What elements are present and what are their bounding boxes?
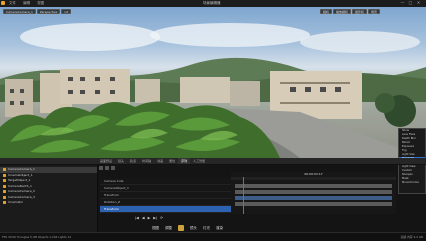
nav-light[interactable]: 灯光 (203, 225, 210, 231)
cinecam-button[interactable]: 摄影机 (352, 9, 368, 14)
perspective-button[interactable]: Perspective (36, 9, 61, 14)
sequencer-tabs: 画面预设 镜头 轨道 时间轴 动画 属性 序列 人工智能 (97, 158, 426, 165)
timeline-track-bar[interactable] (235, 190, 392, 194)
jump-start-button[interactable]: |◀ (135, 215, 139, 221)
nav-render[interactable]: 渲染 (216, 225, 223, 231)
track-row[interactable]: Camera Cuts (100, 178, 231, 185)
timeline-track-bar[interactable] (235, 202, 392, 206)
track-row[interactable]: Transform (100, 192, 231, 199)
tab-shots[interactable]: 镜头 (115, 158, 127, 164)
track-row[interactable]: Rotation_Z (100, 199, 231, 206)
settings-icon[interactable] (111, 166, 115, 170)
bottom-nav: 视图 调整 镜头 灯光 渲染 (152, 225, 223, 231)
nav-lens[interactable]: 镜头 (190, 225, 197, 231)
window-title: 场景编辑器 (203, 1, 221, 5)
close-button[interactable]: ✕ (416, 1, 421, 5)
viewport-toolbar-left: CameraCamera_1 Perspective Lit (3, 9, 72, 14)
camera-icon[interactable] (178, 225, 184, 231)
tab-ai[interactable]: 人工智能 (190, 158, 208, 164)
minimize-button[interactable]: — (400, 1, 405, 5)
tab-timeline[interactable]: 时间轴 (139, 158, 154, 164)
track-list: Camera Cuts CameraObject_1 Transform Rot… (100, 178, 231, 213)
time-ruler[interactable] (231, 177, 396, 214)
menu-file[interactable]: 文件 (9, 1, 16, 5)
playhead[interactable] (243, 177, 244, 214)
filter-icon[interactable] (105, 166, 109, 170)
outliner-toolbar (0, 158, 97, 165)
jump-end-button[interactable]: ▶| (153, 215, 157, 221)
camera-button[interactable]: 相机 (320, 9, 333, 14)
tab-animation[interactable]: 动画 (154, 158, 166, 164)
visibility-icon[interactable] (3, 190, 6, 194)
tab-presets[interactable]: 画面预设 (97, 158, 115, 164)
timeline-track-bar[interactable] (235, 184, 392, 188)
menu-edit[interactable]: 编辑 (23, 1, 30, 5)
visibility-icon[interactable] (3, 173, 6, 177)
outliner-tab[interactable] (0, 158, 96, 164)
nav-view[interactable]: 视图 (152, 225, 159, 231)
tab-sequence[interactable]: 序列 (178, 158, 191, 164)
timeline-track-bar[interactable] (235, 196, 392, 200)
visibility-icon[interactable] (3, 168, 6, 172)
track-row-selected[interactable]: Transform (100, 206, 231, 213)
nav-adjust[interactable]: 调整 (165, 225, 172, 231)
tab-properties[interactable]: 属性 (166, 158, 178, 164)
timeline-area[interactable]: 00:00:03:17 (231, 172, 396, 214)
play-camera-button[interactable]: 播放相机 (333, 9, 352, 14)
visibility-icon[interactable] (3, 184, 6, 188)
track-row[interactable]: CameraObject_1 (100, 185, 231, 192)
transport-controls: |◀ ◀ ▶ ▶| ⟳ (135, 215, 231, 221)
sequencer-toolbar (97, 165, 426, 171)
maximize-button[interactable]: □ (408, 1, 413, 5)
outliner-row-label: Cinematic (8, 200, 24, 204)
scene-button[interactable]: 场景 (368, 9, 381, 14)
scene-render (0, 23, 426, 158)
3d-viewport[interactable]: CameraCamera_1 Perspective Lit 相机 播放相机 摄… (0, 7, 426, 158)
visibility-icon[interactable] (3, 201, 6, 205)
loop-button[interactable]: ⟳ (160, 215, 163, 221)
play-button[interactable]: ▶ (148, 215, 151, 221)
visibility-icon[interactable] (3, 179, 6, 183)
step-back-button[interactable]: ◀ (142, 215, 145, 221)
app-logo-icon (1, 1, 5, 5)
visibility-icon[interactable] (3, 195, 6, 199)
outliner-row[interactable]: Cinematic (0, 200, 97, 206)
menu-view[interactable]: 视图 (37, 1, 44, 5)
menu-bar: 文件 编辑 视图 (9, 0, 50, 7)
lit-mode-button[interactable]: Lit (61, 9, 72, 14)
tab-tracks[interactable]: 轨道 (127, 158, 139, 164)
viewport-toolbar-right: 相机 播放相机 摄影机 场景 (320, 9, 381, 14)
camera-selector-button[interactable]: CameraCamera_1 (3, 9, 36, 14)
outliner-panel: CameraCamera_1 CinemaObject_1 TargetObje… (0, 158, 98, 232)
add-track-icon[interactable] (99, 166, 103, 170)
